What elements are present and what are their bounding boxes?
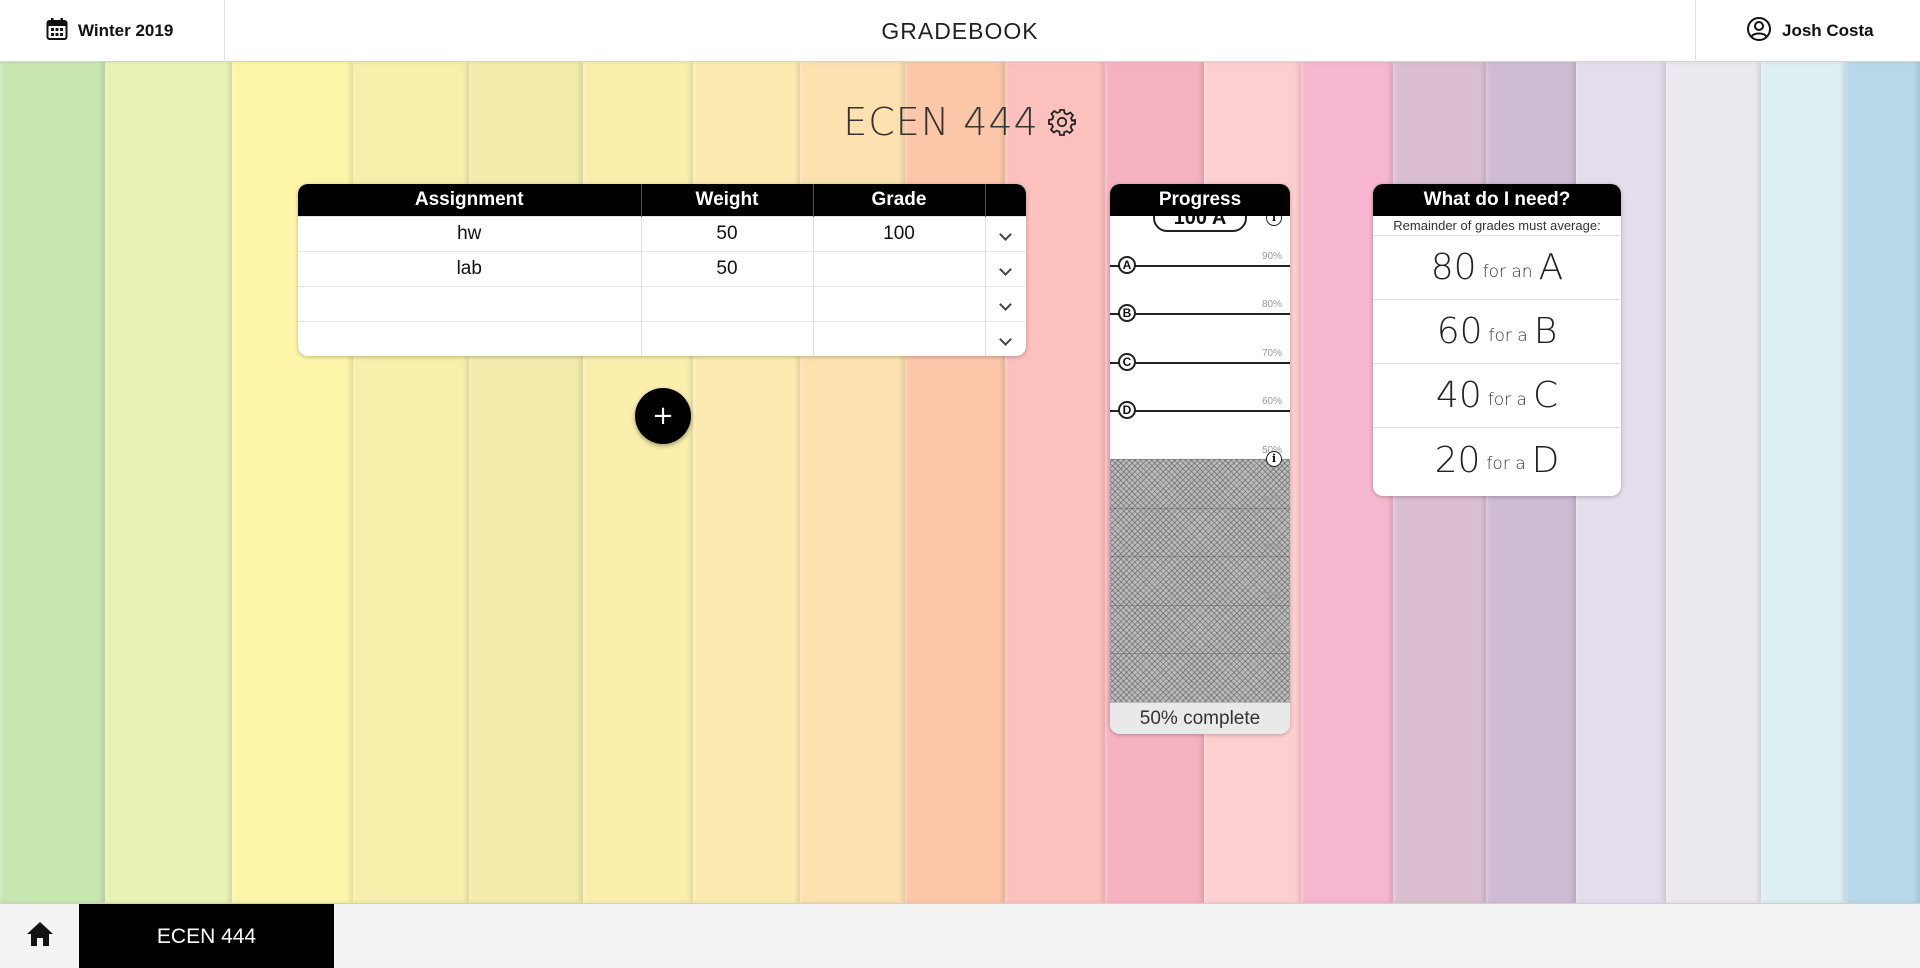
need-value: 20 xyxy=(1434,439,1481,481)
progress-completion: 50% complete xyxy=(1110,702,1290,734)
course-header: ECEN 444 xyxy=(0,100,1920,144)
grade-letter-badge: A xyxy=(1118,255,1136,274)
chevron-down-icon[interactable] xyxy=(999,297,1013,311)
need-letter: C xyxy=(1532,375,1559,416)
grade-cell[interactable] xyxy=(813,285,986,321)
percent-gridline xyxy=(1110,653,1290,655)
percent-label: 40% xyxy=(1261,493,1282,505)
percent-label: 10% xyxy=(1261,639,1282,651)
weight-cell[interactable]: 50 xyxy=(641,215,814,251)
column-header-grade: Grade xyxy=(813,184,986,216)
column-header-assignment: Assignment xyxy=(298,184,642,216)
column-header-weight: Weight xyxy=(641,184,814,216)
percent-gridline xyxy=(1110,556,1290,558)
grade-threshold-line xyxy=(1110,410,1290,413)
need-row: 80 for an A xyxy=(1373,236,1621,300)
percent-label: 20% xyxy=(1261,590,1282,602)
chevron-down-icon[interactable] xyxy=(999,227,1013,241)
app-title: GRADEBOOK xyxy=(881,18,1039,44)
need-letter: D xyxy=(1531,439,1560,481)
table-row xyxy=(298,285,1026,321)
user-circle-icon xyxy=(1746,16,1772,47)
grade-cell[interactable] xyxy=(813,320,986,356)
need-for-text: for a xyxy=(1488,325,1528,346)
background-stripe xyxy=(1846,62,1920,903)
assignment-name-cell[interactable]: lab xyxy=(298,250,642,286)
need-for-text: for an xyxy=(1482,261,1533,282)
need-row: 40 for a C xyxy=(1373,364,1621,428)
term-label: Winter 2019 xyxy=(78,21,174,40)
user-menu[interactable]: Josh Costa xyxy=(1695,0,1920,62)
row-menu-cell[interactable] xyxy=(985,250,1026,286)
grade-threshold-line xyxy=(1110,264,1290,267)
info-icon[interactable]: i xyxy=(1266,451,1282,467)
grade-letter-badge: C xyxy=(1118,352,1136,371)
row-menu-cell[interactable] xyxy=(985,320,1026,356)
background-stripe xyxy=(105,62,232,903)
gear-icon[interactable] xyxy=(1047,107,1077,137)
percent-gridline xyxy=(1110,507,1290,509)
weight-cell[interactable]: 50 xyxy=(641,250,814,286)
grade-cell[interactable] xyxy=(813,250,986,286)
top-bar: Winter 2019 GRADEBOOK Josh Costa xyxy=(0,0,1920,62)
need-title: What do I need? xyxy=(1373,184,1621,216)
percent-label: 80% xyxy=(1261,299,1282,311)
percent-label: 60% xyxy=(1261,396,1282,408)
current-grade-badge: 100 A xyxy=(1153,216,1247,232)
background-stripe xyxy=(0,62,106,903)
assignment-name-cell[interactable] xyxy=(298,285,642,321)
percent-gridline xyxy=(1110,459,1290,460)
need-row: 20 for a D xyxy=(1373,428,1621,492)
table-row: hw 50 100 xyxy=(298,215,1026,251)
weight-cell[interactable] xyxy=(641,320,814,356)
bottom-nav: ECEN 444 xyxy=(0,903,1920,968)
need-row: 60 for a B xyxy=(1373,300,1621,364)
need-letter: B xyxy=(1533,311,1558,352)
assignment-name-cell[interactable] xyxy=(298,320,642,356)
user-name: Josh Costa xyxy=(1782,21,1874,40)
percent-label: 90% xyxy=(1261,250,1282,262)
table-row: lab 50 xyxy=(298,250,1026,286)
home-button[interactable] xyxy=(0,904,79,968)
chevron-down-icon[interactable] xyxy=(999,262,1013,276)
grade-threshold-line xyxy=(1110,361,1290,364)
assignment-table: Assignment Weight Grade hw 50 100 lab 50 xyxy=(298,184,1026,356)
percent-label: 30% xyxy=(1261,542,1282,554)
weight-cell[interactable] xyxy=(641,285,814,321)
course-title: ECEN 444 xyxy=(843,100,1039,144)
percent-label: 70% xyxy=(1261,347,1282,359)
progress-chart: 100 A i A90%B80%C70%D60%50%40%30%20%10%i xyxy=(1110,216,1290,702)
table-header-row: Assignment Weight Grade xyxy=(298,184,1026,216)
home-icon xyxy=(25,920,55,953)
course-tab[interactable]: ECEN 444 xyxy=(79,904,334,968)
progress-title: Progress xyxy=(1110,184,1290,216)
need-for-text: for a xyxy=(1486,454,1526,474)
need-value: 40 xyxy=(1435,375,1482,416)
percent-gridline xyxy=(1110,604,1290,606)
background-stripe xyxy=(1760,62,1847,903)
grade-letter-badge: D xyxy=(1118,401,1136,420)
row-menu-cell[interactable] xyxy=(985,215,1026,251)
chevron-down-icon[interactable] xyxy=(999,332,1013,346)
need-letter: A xyxy=(1538,247,1564,288)
table-row xyxy=(298,320,1026,356)
term-selector[interactable]: Winter 2019 xyxy=(0,0,225,62)
calendar-icon xyxy=(46,17,68,46)
column-header-menu xyxy=(985,184,1026,216)
grade-threshold-line xyxy=(1110,313,1290,316)
need-value: 80 xyxy=(1430,247,1477,288)
grade-cell[interactable]: 100 xyxy=(813,215,986,251)
need-value: 60 xyxy=(1436,311,1483,352)
background-stripe xyxy=(1666,62,1761,903)
row-menu-cell[interactable] xyxy=(985,285,1026,321)
info-icon[interactable]: i xyxy=(1266,216,1282,226)
what-do-i-need-card: What do I need? Remainder of grades must… xyxy=(1373,184,1621,496)
need-for-text: for a xyxy=(1487,389,1527,410)
grade-letter-badge: B xyxy=(1118,304,1136,323)
progress-card: Progress 100 A i A90%B80%C70%D60%50%40%3… xyxy=(1110,184,1290,734)
assignment-name-cell[interactable]: hw xyxy=(298,215,642,251)
need-subtitle: Remainder of grades must average: xyxy=(1373,216,1621,236)
add-assignment-button[interactable]: + xyxy=(635,388,691,444)
